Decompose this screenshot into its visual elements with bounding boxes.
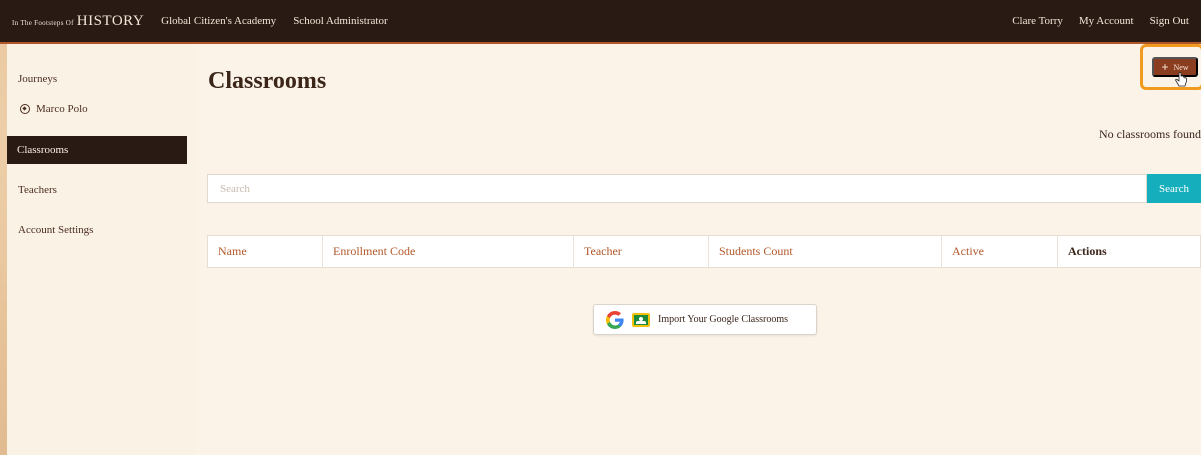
sidebar: Journeys Marco Polo Classrooms Teachers … <box>7 44 197 455</box>
school-link[interactable]: Global Citizen's Academy <box>161 15 276 27</box>
sidebar-item-journeys[interactable]: Journeys <box>18 73 57 85</box>
compass-icon <box>20 104 30 114</box>
column-header-name[interactable]: Name <box>208 236 322 267</box>
sidebar-item-teachers[interactable]: Teachers <box>18 184 57 196</box>
classrooms-table-header: Name Enrollment Code Teacher Students Co… <box>207 235 1201 268</box>
column-header-teacher[interactable]: Teacher <box>573 236 708 267</box>
sidebar-item-marco-polo[interactable]: Marco Polo <box>20 103 88 115</box>
column-header-students-count[interactable]: Students Count <box>708 236 941 267</box>
sidebar-item-classrooms[interactable]: Classrooms <box>7 136 187 164</box>
brand-small-text: In The Footsteps Of <box>12 18 74 27</box>
main-content: Classrooms + New No classrooms found Sea… <box>197 44 1201 455</box>
google-classroom-icon <box>632 312 650 327</box>
top-navbar: In The Footsteps Of HISTORY Global Citiz… <box>0 0 1201 44</box>
role-link[interactable]: School Administrator <box>293 15 387 27</box>
search-button[interactable]: Search <box>1147 174 1201 203</box>
plus-icon: + <box>1161 60 1169 74</box>
sidebar-item-account-settings[interactable]: Account Settings <box>18 224 93 236</box>
page-title: Classrooms <box>208 68 327 94</box>
column-header-active[interactable]: Active <box>941 236 1057 267</box>
journey-label: Marco Polo <box>36 103 88 115</box>
brand-logo[interactable]: In The Footsteps Of HISTORY <box>12 13 144 30</box>
user-name-link[interactable]: Clare Torry <box>1012 15 1063 27</box>
google-icon <box>606 310 624 329</box>
classrooms-label: Classrooms <box>17 144 69 156</box>
my-account-link[interactable]: My Account <box>1079 15 1134 27</box>
search-input[interactable] <box>207 174 1147 203</box>
column-header-actions: Actions <box>1057 236 1200 267</box>
import-button-label: Import Your Google Classrooms <box>658 314 789 325</box>
new-button-label: New <box>1173 62 1189 72</box>
empty-state-message: No classrooms found <box>1099 127 1201 141</box>
import-google-classrooms-button[interactable]: Import Your Google Classrooms <box>593 304 817 335</box>
hand-cursor-icon <box>1175 72 1187 87</box>
column-header-enrollment-code[interactable]: Enrollment Code <box>322 236 573 267</box>
sign-out-link[interactable]: Sign Out <box>1150 15 1189 27</box>
brand-big-text: HISTORY <box>76 12 145 29</box>
user-menu: Clare Torry My Account Sign Out <box>1012 15 1189 27</box>
